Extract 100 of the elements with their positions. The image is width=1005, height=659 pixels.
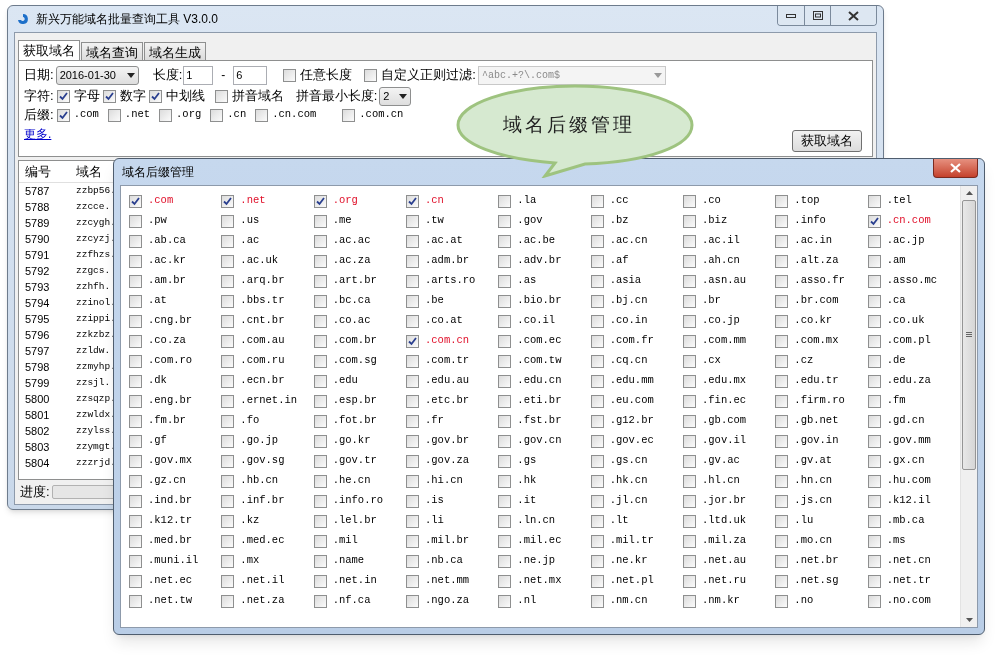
min-length-field[interactable]: 1 bbox=[183, 65, 214, 85]
checkbox[interactable] bbox=[683, 494, 696, 508]
checkbox[interactable] bbox=[313, 434, 327, 448]
checkbox[interactable] bbox=[221, 234, 235, 248]
checkbox[interactable] bbox=[775, 554, 789, 568]
checkbox[interactable] bbox=[590, 314, 604, 328]
checkbox[interactable] bbox=[148, 89, 162, 103]
checkbox[interactable] bbox=[129, 534, 142, 548]
checkbox[interactable] bbox=[590, 234, 604, 248]
checkbox[interactable] bbox=[683, 414, 696, 428]
checkbox[interactable] bbox=[129, 274, 142, 288]
checkbox[interactable] bbox=[221, 194, 235, 208]
checkbox[interactable] bbox=[683, 394, 696, 408]
checkbox[interactable] bbox=[498, 354, 512, 368]
checkbox[interactable] bbox=[498, 574, 512, 588]
checkbox[interactable] bbox=[129, 374, 142, 388]
checkbox[interactable] bbox=[364, 68, 378, 82]
checkbox[interactable] bbox=[775, 274, 789, 288]
checkbox[interactable] bbox=[313, 314, 327, 328]
checkbox[interactable] bbox=[867, 274, 881, 288]
checkbox[interactable] bbox=[775, 194, 789, 208]
checkbox[interactable] bbox=[498, 494, 512, 508]
checkbox[interactable] bbox=[775, 294, 789, 308]
checkbox[interactable] bbox=[129, 254, 142, 268]
checkbox[interactable] bbox=[313, 234, 327, 248]
checkbox[interactable] bbox=[406, 374, 419, 388]
checkbox[interactable] bbox=[590, 514, 604, 528]
checkbox[interactable] bbox=[590, 414, 604, 428]
checkbox[interactable] bbox=[129, 454, 142, 468]
checkbox[interactable] bbox=[683, 474, 696, 488]
checkbox[interactable] bbox=[221, 474, 235, 488]
checkbox[interactable] bbox=[867, 294, 881, 308]
checkbox[interactable] bbox=[590, 594, 604, 608]
checkbox[interactable] bbox=[683, 294, 696, 308]
checkbox[interactable] bbox=[406, 494, 419, 508]
checkbox[interactable] bbox=[129, 234, 142, 248]
checkbox[interactable] bbox=[221, 314, 235, 328]
max-length-field[interactable]: 6 bbox=[233, 65, 268, 85]
checkbox[interactable] bbox=[221, 494, 235, 508]
checkbox[interactable] bbox=[683, 194, 696, 208]
checkbox[interactable] bbox=[221, 534, 235, 548]
checkbox[interactable] bbox=[313, 454, 327, 468]
checkbox[interactable] bbox=[867, 594, 881, 608]
close-button[interactable] bbox=[933, 159, 978, 178]
checkbox[interactable] bbox=[683, 554, 696, 568]
checkbox[interactable] bbox=[129, 194, 142, 208]
checkbox[interactable] bbox=[406, 214, 419, 228]
checkbox[interactable] bbox=[221, 254, 235, 268]
checkbox[interactable] bbox=[406, 194, 419, 208]
checkbox[interactable] bbox=[683, 214, 696, 228]
checkbox[interactable] bbox=[683, 234, 696, 248]
checkbox[interactable] bbox=[406, 454, 419, 468]
checkbox[interactable] bbox=[498, 294, 512, 308]
checkbox[interactable] bbox=[313, 214, 327, 228]
checkbox[interactable] bbox=[129, 494, 142, 508]
checkbox[interactable] bbox=[159, 108, 173, 122]
checkbox[interactable] bbox=[775, 314, 789, 328]
checkbox[interactable] bbox=[406, 514, 419, 528]
checkbox[interactable] bbox=[406, 554, 419, 568]
checkbox[interactable] bbox=[221, 214, 235, 228]
checkbox[interactable] bbox=[498, 534, 512, 548]
checkbox[interactable] bbox=[313, 594, 327, 608]
checkbox[interactable] bbox=[313, 474, 327, 488]
checkbox[interactable] bbox=[221, 394, 235, 408]
checkbox[interactable] bbox=[775, 574, 789, 588]
checkbox[interactable] bbox=[313, 574, 327, 588]
checkbox[interactable] bbox=[498, 454, 512, 468]
minimize-button[interactable] bbox=[778, 6, 805, 25]
checkbox[interactable] bbox=[590, 494, 604, 508]
checkbox[interactable] bbox=[867, 334, 881, 348]
checkbox[interactable] bbox=[56, 108, 70, 122]
checkbox[interactable] bbox=[406, 274, 419, 288]
checkbox[interactable] bbox=[221, 274, 235, 288]
checkbox[interactable] bbox=[498, 394, 512, 408]
checkbox[interactable] bbox=[406, 594, 419, 608]
checkbox[interactable] bbox=[590, 214, 604, 228]
checkbox[interactable] bbox=[129, 574, 142, 588]
checkbox[interactable] bbox=[498, 414, 512, 428]
checkbox[interactable] bbox=[590, 254, 604, 268]
checkbox[interactable] bbox=[313, 194, 327, 208]
checkbox[interactable] bbox=[683, 274, 696, 288]
checkbox[interactable] bbox=[406, 254, 419, 268]
checkbox[interactable] bbox=[406, 474, 419, 488]
checkbox[interactable] bbox=[129, 394, 142, 408]
checkbox[interactable] bbox=[313, 494, 327, 508]
checkbox[interactable] bbox=[867, 314, 881, 328]
checkbox[interactable] bbox=[683, 334, 696, 348]
checkbox[interactable] bbox=[590, 554, 604, 568]
checkbox[interactable] bbox=[498, 274, 512, 288]
checkbox[interactable] bbox=[590, 574, 604, 588]
checkbox[interactable] bbox=[683, 374, 696, 388]
checkbox[interactable] bbox=[221, 454, 235, 468]
tab[interactable]: 域名生成 bbox=[144, 42, 206, 60]
checkbox[interactable] bbox=[775, 334, 789, 348]
checkbox[interactable] bbox=[102, 89, 116, 103]
checkbox[interactable] bbox=[313, 534, 327, 548]
checkbox[interactable] bbox=[129, 434, 142, 448]
checkbox[interactable] bbox=[129, 554, 142, 568]
checkbox[interactable] bbox=[867, 474, 881, 488]
checkbox[interactable] bbox=[107, 108, 121, 122]
